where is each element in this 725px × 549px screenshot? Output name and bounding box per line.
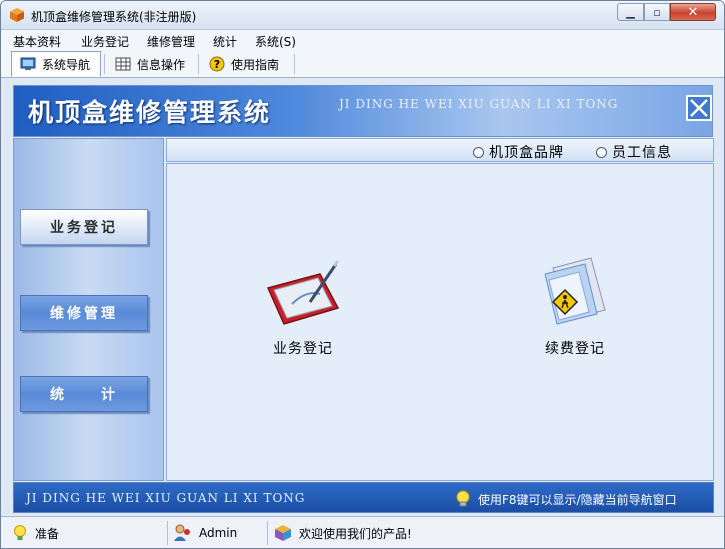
nav-statistics-button[interactable]: 统 计 [20, 376, 148, 412]
shortcut-label: 续费登记 [545, 341, 605, 357]
radio-employee-info[interactable]: 员工信息 [596, 142, 672, 162]
svg-text:?: ? [214, 58, 220, 71]
footer-hint-text: 使用F8键可以显示/隐藏当前导航窗口 [478, 492, 677, 507]
content-area: 业务登记 续费登记 [166, 163, 714, 481]
status-message: 欢迎使用我们的产品! [273, 521, 412, 545]
minimize-icon: ▁ [626, 5, 635, 19]
document-caution-icon [544, 257, 606, 325]
window-title: 机顶盒维修管理系统(非注册版) [31, 10, 197, 24]
status-state: 准备 [11, 521, 59, 545]
close-icon [690, 99, 708, 117]
nav-repair-management-button[interactable]: 维修管理 [20, 295, 148, 331]
monitor-icon [20, 57, 36, 70]
close-icon: ✕ [687, 4, 699, 20]
tab-label: 系统导航 [42, 57, 91, 72]
content-header: 机顶盒品牌 员工信息 [166, 138, 714, 162]
renewal-register-shortcut[interactable]: 续费登记 [535, 254, 615, 358]
tab-label: 使用指南 [231, 57, 280, 72]
footer-subtitle: JI DING HE WEI XIU GUAN LI XI TONG [26, 491, 306, 505]
status-bar: 准备 Admin 欢迎使用我们的产品! [1, 516, 724, 548]
tab-info-operation[interactable]: 信息操作 [107, 51, 195, 77]
menu-statistics[interactable]: 统计 [213, 33, 237, 50]
radio-label: 机顶盒品牌 [489, 145, 564, 161]
lightbulb-icon [456, 490, 470, 507]
status-bulb-icon [14, 525, 26, 540]
toolbar-separator [198, 54, 199, 74]
header-banner: 机顶盒维修管理系统 JI DING HE WEI XIU GUAN LI XI … [13, 85, 713, 137]
grid-icon [115, 57, 131, 71]
user-icon [174, 524, 190, 541]
status-separator [267, 521, 268, 545]
radio-circle-icon [473, 146, 484, 158]
tablet-pen-icon [266, 260, 340, 325]
menu-business-register[interactable]: 业务登记 [81, 33, 129, 50]
radio-label: 员工信息 [612, 145, 672, 161]
status-separator [167, 521, 168, 545]
menu-system[interactable]: 系统(S) [255, 33, 296, 50]
tab-system-navigation[interactable]: 系统导航 [11, 51, 101, 77]
tab-label: 信息操作 [137, 57, 186, 72]
status-message-text: 欢迎使用我们的产品! [299, 526, 412, 541]
title-bar: 机顶盒维修管理系统(非注册版) ▁ ▫ ✕ [1, 1, 724, 30]
banner-close-button[interactable] [686, 95, 712, 121]
banner-title: 机顶盒维修管理系统 [28, 98, 272, 127]
status-state-text: 准备 [35, 526, 60, 541]
tab-user-guide[interactable]: ? 使用指南 [201, 51, 291, 77]
menu-basic-data[interactable]: 基本资料 [13, 33, 61, 50]
close-button[interactable]: ✕ [670, 3, 716, 21]
status-user: Admin [173, 521, 237, 545]
business-register-shortcut[interactable]: 业务登记 [262, 260, 344, 358]
shortcut-label: 业务登记 [273, 341, 333, 357]
maximize-button[interactable]: ▫ [644, 3, 670, 21]
status-user-text: Admin [199, 526, 238, 540]
footer-band: JI DING HE WEI XIU GUAN LI XI TONG 使用F8键… [13, 482, 714, 513]
help-icon: ? [209, 56, 225, 72]
nav-business-register-button[interactable]: 业务登记 [20, 209, 148, 245]
menu-bar: 基本资料 业务登记 维修管理 统计 系统(S) [1, 30, 724, 50]
left-navigation: 业务登记 维修管理 统 计 [13, 138, 164, 481]
banner-subtitle: JI DING HE WEI XIU GUAN LI XI TONG [339, 97, 619, 111]
toolbar-separator [104, 54, 105, 74]
menu-repair-management[interactable]: 维修管理 [147, 33, 195, 50]
footer-hint: 使用F8键可以显示/隐藏当前导航窗口 [454, 489, 677, 509]
box-app-icon [10, 8, 24, 22]
toolbar: 系统导航 信息操作 ? 使用指南 [1, 50, 724, 78]
radio-circle-icon [596, 146, 607, 158]
radio-settop-brand[interactable]: 机顶盒品牌 [473, 142, 564, 162]
app-window: 机顶盒维修管理系统(非注册版) ▁ ▫ ✕ 基本资料 业务登记 维修管理 统计 … [0, 0, 725, 549]
maximize-icon: ▫ [653, 5, 661, 19]
minimize-button[interactable]: ▁ [617, 3, 644, 21]
product-box-icon [275, 525, 291, 541]
toolbar-separator [294, 54, 295, 74]
